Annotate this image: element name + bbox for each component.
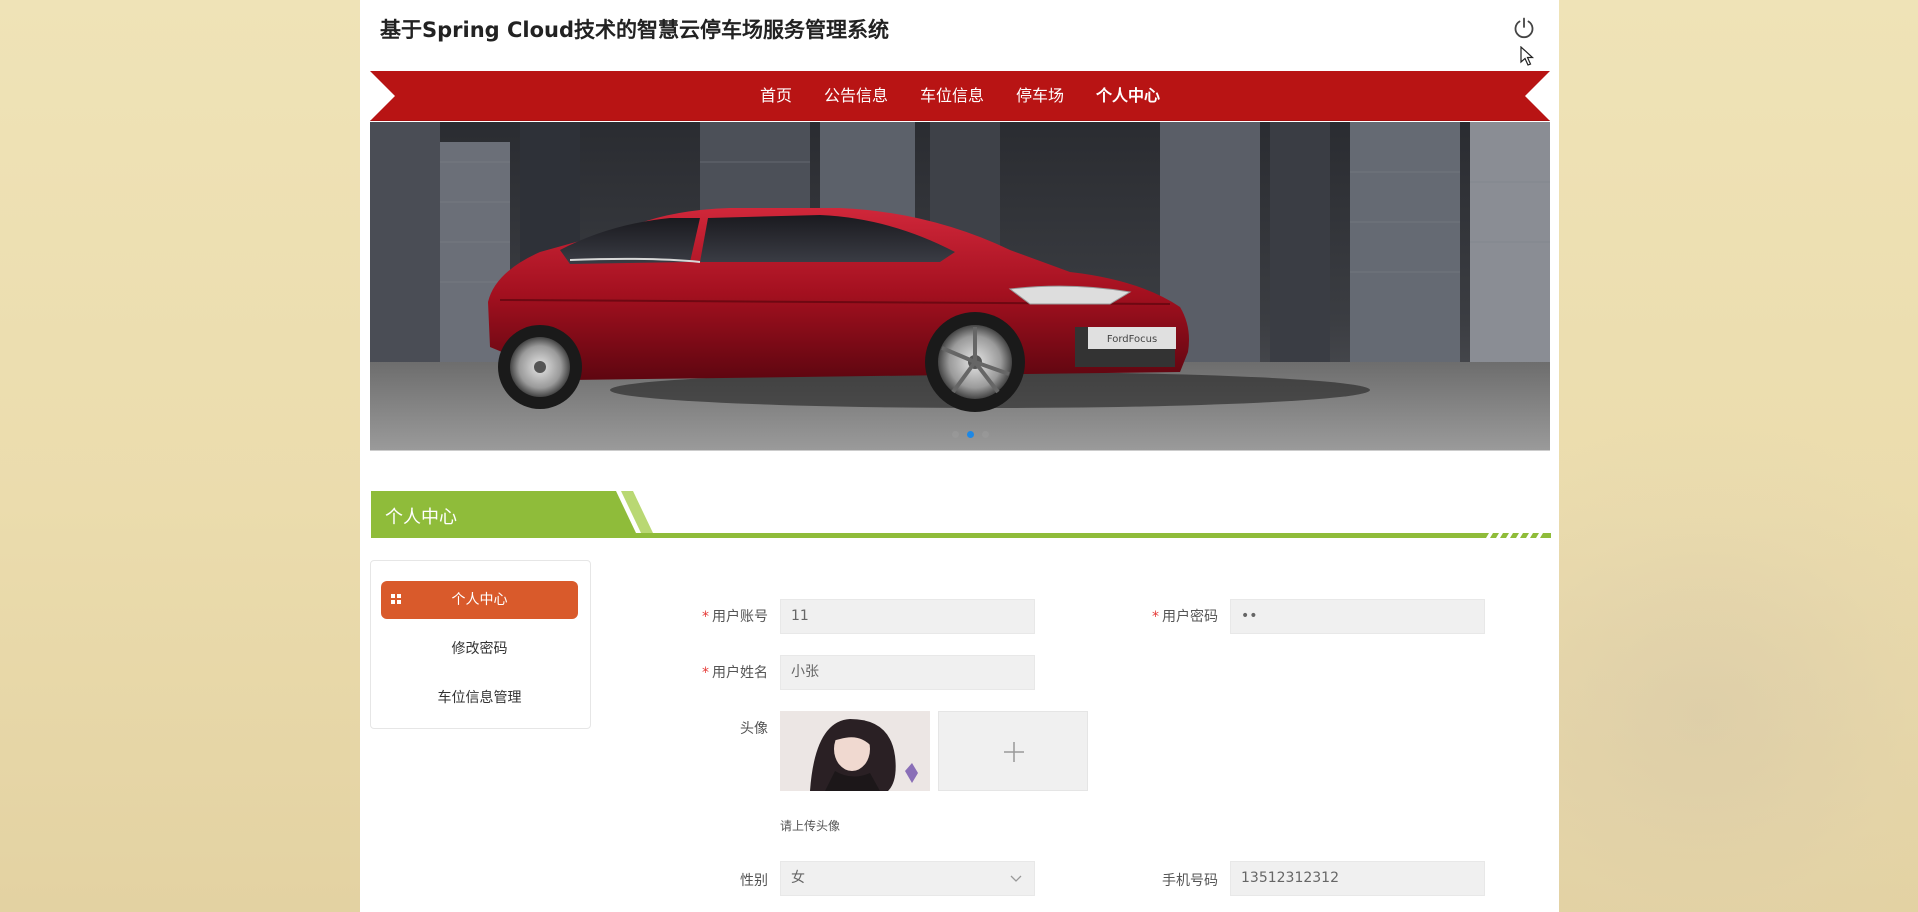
plus-icon	[1004, 742, 1024, 762]
required-marker: *	[702, 665, 709, 681]
nav-item-parking-spots[interactable]: 车位信息	[904, 71, 1000, 121]
gender-label: 性别	[740, 873, 768, 889]
site-title: 基于Spring Cloud技术的智慧云停车场服务管理系统	[380, 18, 890, 42]
banner-car-image: FordFocus	[370, 122, 1550, 450]
password-label: * 用户密码	[1152, 609, 1218, 625]
phone-input[interactable]: 13512312312	[1230, 861, 1485, 896]
required-marker: *	[702, 609, 709, 625]
required-marker: *	[1152, 609, 1159, 625]
avatar-hint: 请上传头像	[780, 819, 841, 833]
power-icon[interactable]	[1512, 16, 1536, 40]
avatar-upload-button[interactable]	[938, 711, 1088, 791]
banner-carousel: FordFocus	[370, 122, 1550, 451]
side-menu-item-change-password[interactable]: 修改密码	[381, 630, 578, 668]
carousel-dot[interactable]	[952, 431, 959, 438]
side-menu-item-label: 车位信息管理	[437, 690, 522, 706]
section-header-banner	[371, 491, 1551, 538]
side-menu-item-label: 修改密码	[451, 641, 508, 657]
side-menu-item-label: 个人中心	[451, 592, 508, 608]
nav-item-personal-center[interactable]: 个人中心	[1080, 71, 1176, 121]
main-nav: 首页 公告信息 车位信息 停车场 个人中心	[370, 71, 1550, 121]
password-input[interactable]: ••	[1230, 599, 1485, 634]
name-input[interactable]: 小张	[780, 655, 1035, 690]
avatar-image	[780, 711, 930, 791]
nav-item-home[interactable]: 首页	[744, 71, 808, 121]
account-input[interactable]: 11	[780, 599, 1035, 634]
gender-select-value: 女	[791, 870, 805, 886]
section-header: 个人中心	[371, 491, 1551, 539]
phone-label: 手机号码	[1162, 873, 1218, 889]
page-container: 基于Spring Cloud技术的智慧云停车场服务管理系统 首页 公告信息 车位…	[360, 0, 1559, 912]
chevron-down-icon	[1010, 875, 1022, 882]
grid-icon	[391, 594, 401, 604]
nav-item-announcements[interactable]: 公告信息	[808, 71, 904, 121]
side-menu: 个人中心 修改密码 车位信息管理	[370, 560, 591, 729]
mouse-cursor-icon	[1520, 46, 1535, 66]
side-menu-item-personal-center[interactable]: 个人中心	[381, 581, 578, 619]
section-title: 个人中心	[385, 507, 457, 528]
account-label: * 用户账号	[702, 609, 768, 625]
name-label: * 用户姓名	[702, 665, 768, 681]
nav-item-parking-lot[interactable]: 停车场	[1000, 71, 1080, 121]
carousel-indicators	[952, 431, 989, 438]
banner-plate-text: FordFocus	[1107, 334, 1157, 345]
carousel-dot[interactable]	[982, 431, 989, 438]
avatar-label: 头像	[740, 721, 768, 737]
side-menu-item-parking-spot-management[interactable]: 车位信息管理	[381, 679, 578, 717]
carousel-dot-active[interactable]	[967, 431, 974, 438]
gender-select[interactable]: 女	[780, 861, 1035, 896]
